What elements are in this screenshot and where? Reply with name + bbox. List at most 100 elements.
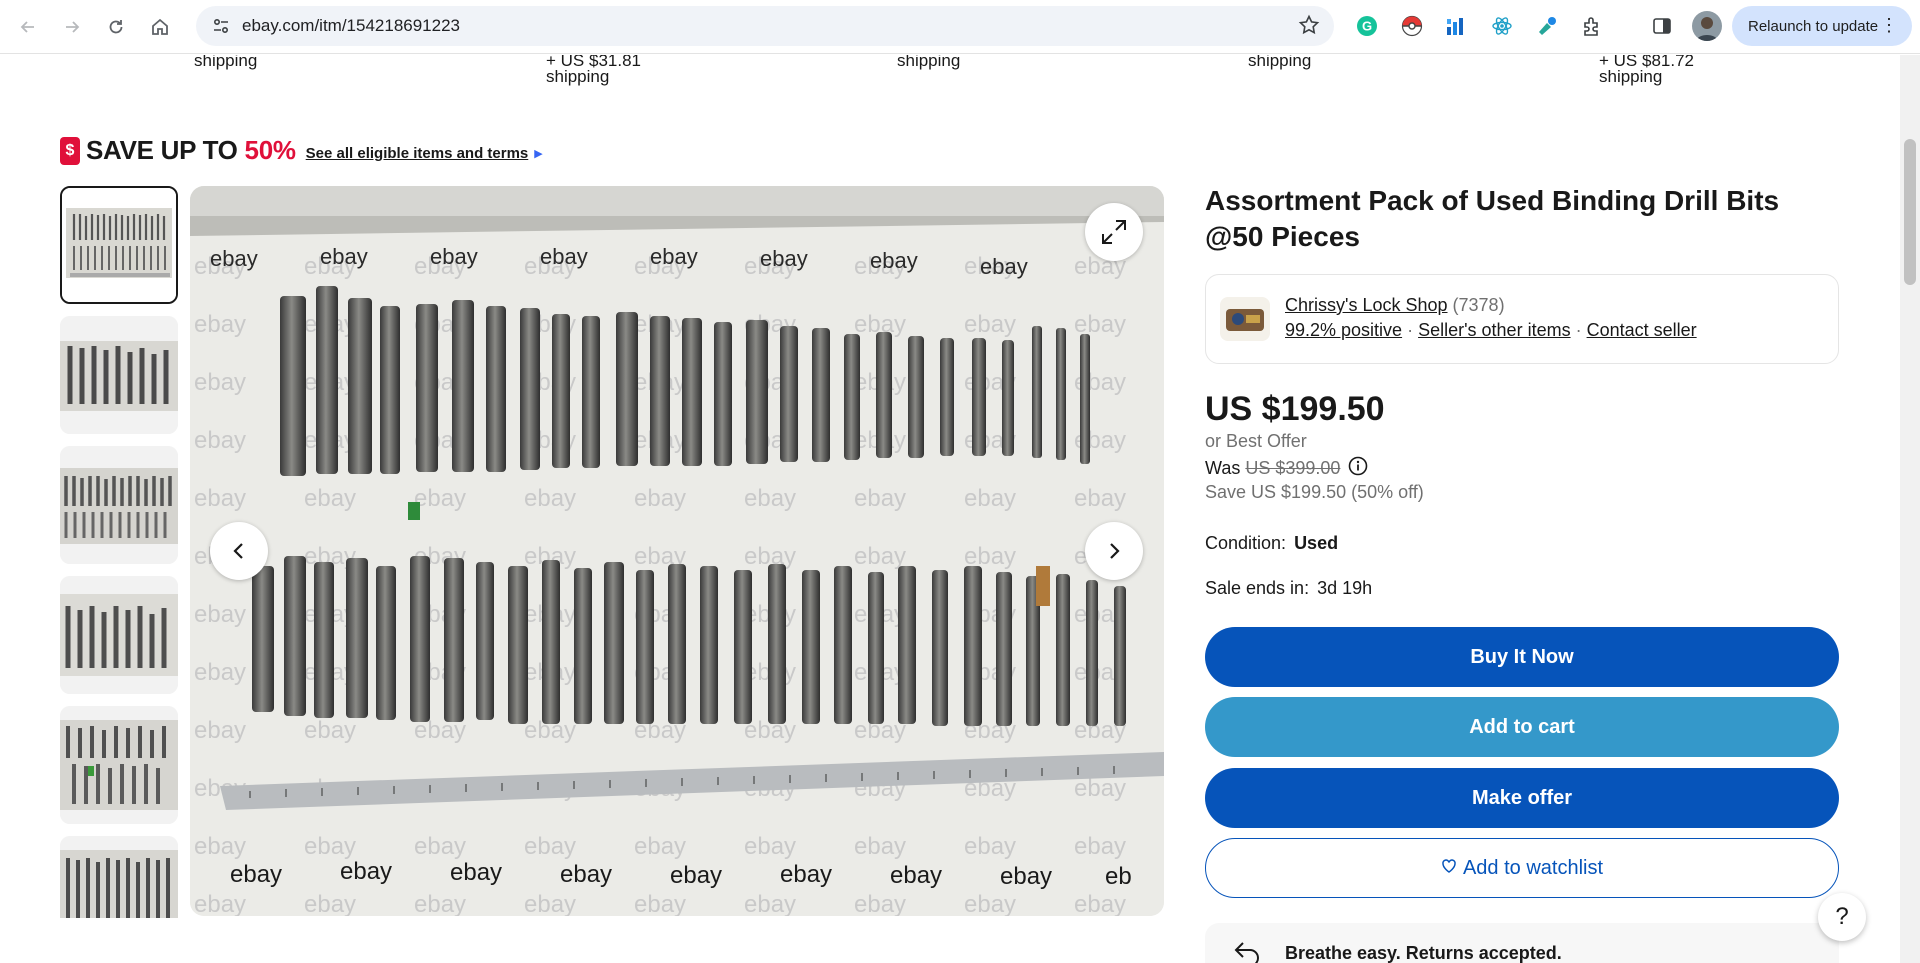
shipping-label: shipping: [1248, 55, 1312, 70]
svg-text:ebay: ebay: [540, 244, 588, 269]
original-price: US $399.00: [1245, 458, 1341, 478]
svg-text:ebay: ebay: [560, 861, 612, 888]
shipping-item: + US $81.72 shipping: [1599, 55, 1694, 85]
thumbnail-2[interactable]: [60, 316, 178, 434]
url-text[interactable]: ebay.com/itm/154218691223: [242, 16, 460, 36]
svg-text:G: G: [1362, 19, 1372, 34]
was-label: Was: [1205, 458, 1241, 478]
relaunch-to-update-button[interactable]: Relaunch to update ⋮: [1732, 6, 1912, 46]
previous-image-button[interactable]: [210, 522, 268, 580]
caret-right-icon: ▶: [534, 148, 543, 160]
returns-text: Breathe easy. Returns accepted.: [1285, 943, 1562, 963]
svg-text:ebay: ebay: [890, 862, 942, 889]
home-icon[interactable]: [142, 9, 178, 45]
chevron-right-icon: [1110, 543, 1120, 559]
thumbnail-3[interactable]: [60, 446, 178, 564]
watchlist-label: Add to watchlist: [1462, 856, 1604, 879]
svg-text:ebay: ebay: [430, 244, 478, 269]
browser-toolbar: ebay.com/itm/154218691223 G Relaunch to …: [0, 0, 1920, 54]
svg-text:ebay: ebay: [450, 859, 502, 886]
svg-text:ebay: ebay: [760, 246, 808, 271]
svg-text:ebay: ebay: [1000, 863, 1052, 890]
seller-name-link[interactable]: Chrissy's Lock Shop: [1285, 295, 1448, 315]
page-scrollbar[interactable]: [1900, 55, 1920, 963]
svg-text:ebay: ebay: [650, 244, 698, 269]
relaunch-label: Relaunch to update: [1748, 17, 1879, 35]
svg-text:eb: eb: [1105, 863, 1132, 890]
seller-other-items-link[interactable]: Seller's other items: [1418, 320, 1571, 340]
coupon-prefix: SAVE UP TO: [86, 135, 245, 165]
thumbnail-1[interactable]: [60, 186, 178, 304]
thumbnail-5[interactable]: [60, 706, 178, 824]
seller-feedback-count: (7378): [1452, 295, 1505, 315]
expand-icon: [1102, 220, 1126, 244]
shipping-label: shipping: [1599, 67, 1663, 86]
color-picker-extension-icon[interactable]: [1534, 13, 1560, 39]
forward-icon[interactable]: [54, 9, 90, 45]
condition-line: Condition: Used: [1205, 533, 1338, 554]
more-menu-icon[interactable]: ⋮: [1880, 16, 1898, 34]
chevron-left-icon: [233, 543, 243, 559]
svg-text:ebay: ebay: [320, 244, 368, 269]
reload-icon[interactable]: [98, 9, 134, 45]
shipping-label: shipping: [194, 55, 258, 70]
coupon-banner: $ SAVE UP TO 50% See all eligible items …: [60, 135, 543, 166]
add-to-cart-button[interactable]: Add to cart: [1205, 697, 1839, 757]
info-icon[interactable]: [1348, 456, 1368, 481]
analytics-extension-icon[interactable]: [1443, 13, 1469, 39]
returns-card: Breathe easy. Returns accepted.: [1205, 923, 1839, 963]
pokeball-extension-icon[interactable]: [1399, 13, 1425, 39]
separator-dot: ·: [1407, 320, 1414, 340]
savings-text: Save US $199.50 (50% off): [1205, 482, 1424, 502]
buy-it-now-button[interactable]: Buy It Now: [1205, 627, 1839, 687]
sale-ends-line: Sale ends in: 3d 19h: [1205, 578, 1372, 599]
seller-card: Chrissy's Lock Shop (7378) 99.2% positiv…: [1205, 274, 1839, 364]
item-price: US $199.50: [1205, 390, 1385, 428]
address-bar[interactable]: ebay.com/itm/154218691223: [196, 6, 1334, 46]
thumbnail-6[interactable]: [60, 836, 178, 918]
eligible-items-link[interactable]: See all eligible items and terms: [306, 145, 529, 162]
bookmark-star-icon[interactable]: [1298, 14, 1320, 41]
profile-avatar[interactable]: [1692, 11, 1722, 41]
coupon-headline: SAVE UP TO 50%: [86, 135, 296, 166]
grammarly-extension-icon[interactable]: G: [1354, 13, 1380, 39]
scrollbar-thumb[interactable]: [1904, 139, 1916, 285]
svg-text:ebay: ebay: [340, 858, 392, 885]
was-price-line: Was US $399.00: [1205, 456, 1368, 481]
condition-label: Condition:: [1205, 533, 1287, 553]
shipping-label: shipping: [897, 55, 961, 70]
expand-image-button[interactable]: [1085, 203, 1143, 261]
back-icon[interactable]: [10, 9, 46, 45]
svg-text:ebay: ebay: [670, 862, 722, 889]
thumbnail-list: [60, 186, 180, 930]
svg-text:ebay: ebay: [210, 246, 258, 271]
svg-text:ebay: ebay: [980, 254, 1028, 279]
add-to-watchlist-button[interactable]: Add to watchlist: [1205, 838, 1839, 898]
seller-positive-link[interactable]: 99.2% positive: [1285, 320, 1402, 340]
seller-avatar[interactable]: [1220, 297, 1270, 341]
seller-name-line: Chrissy's Lock Shop (7378): [1285, 295, 1505, 316]
heart-icon: [1441, 857, 1457, 880]
svg-text:ebay: ebay: [230, 861, 282, 888]
sale-ends-label: Sale ends in:: [1205, 578, 1310, 598]
condition-value: Used: [1294, 533, 1339, 553]
coupon-percent: 50%: [244, 135, 296, 165]
next-image-button[interactable]: [1085, 522, 1143, 580]
coupon-tag-icon: $: [60, 136, 80, 165]
main-product-image[interactable]: ebay ebay ebay ebay ebay ebay ebay ebay …: [190, 186, 1164, 916]
shipping-item: shipping: [897, 55, 960, 69]
shipping-item: shipping: [194, 55, 257, 69]
make-offer-button[interactable]: Make offer: [1205, 768, 1839, 828]
thumbnail-4[interactable]: [60, 576, 178, 694]
react-extension-icon[interactable]: [1489, 13, 1515, 39]
listing-page: shipping + US $31.81 shipping shipping s…: [0, 55, 1900, 963]
side-panel-icon[interactable]: [1649, 13, 1675, 39]
separator-dot: ·: [1575, 320, 1582, 340]
svg-text:ebay: ebay: [870, 248, 918, 273]
contact-seller-link[interactable]: Contact seller: [1587, 320, 1697, 340]
extensions-puzzle-icon[interactable]: [1579, 13, 1605, 39]
site-info-icon[interactable]: [206, 11, 236, 41]
drill-bits-photo: ebay ebay ebay ebay ebay ebay ebay ebay …: [190, 186, 1164, 916]
return-arrow-icon: [1233, 941, 1261, 963]
help-button[interactable]: ?: [1818, 893, 1866, 941]
